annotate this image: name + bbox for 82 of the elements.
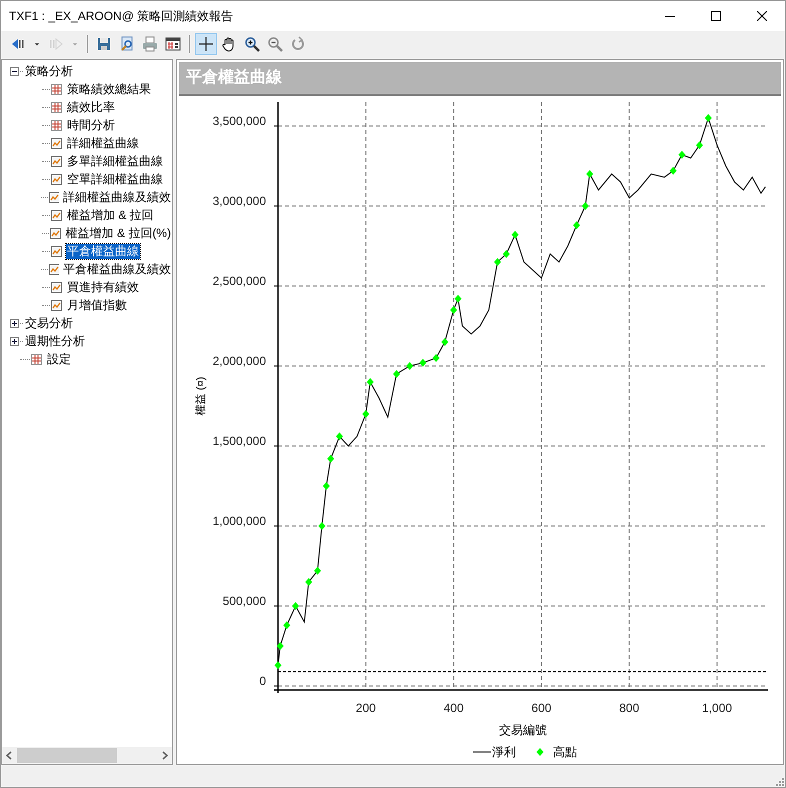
tree-item[interactable]: 策略分析 bbox=[24, 64, 74, 78]
tree-item[interactable]: 週期性分析 bbox=[24, 334, 86, 348]
x-tick-label: 400 bbox=[444, 701, 464, 715]
line-chart-icon bbox=[51, 282, 62, 292]
high-point-marker bbox=[432, 354, 440, 362]
high-point-marker bbox=[441, 338, 448, 346]
high-point-marker bbox=[582, 202, 589, 210]
line-chart-icon bbox=[51, 210, 62, 220]
high-point-marker bbox=[318, 522, 326, 530]
y-tick-label: 3,000,000 bbox=[212, 194, 266, 208]
y-tick-label: 0 bbox=[259, 674, 266, 688]
collapse-icon[interactable] bbox=[10, 66, 19, 76]
high-point-marker bbox=[314, 566, 322, 575]
tree-item[interactable]: 權益增加 & 拉回(%) bbox=[64, 226, 172, 240]
high-point-marker bbox=[366, 378, 374, 386]
legend-label: 淨利 bbox=[492, 745, 516, 759]
y-tick-label: 1,500,000 bbox=[212, 434, 266, 448]
x-tick-label: 600 bbox=[531, 701, 552, 715]
line-chart-icon bbox=[48, 192, 58, 202]
tree-item[interactable]: 績效比率 bbox=[66, 100, 116, 114]
high-point-marker bbox=[362, 410, 370, 418]
high-point-marker bbox=[276, 642, 284, 650]
high-point-marker bbox=[274, 661, 282, 670]
high-point-marker bbox=[336, 432, 343, 440]
tree-item[interactable]: 時間分析 bbox=[66, 118, 116, 132]
tree-item[interactable]: 買進持有績效 bbox=[66, 280, 140, 294]
high-point-marker bbox=[393, 370, 400, 378]
high-point-marker bbox=[327, 454, 334, 463]
resize-grip-icon[interactable] bbox=[775, 777, 785, 787]
tree-item[interactable]: 詳細權益曲線 bbox=[66, 136, 140, 150]
line-chart-icon bbox=[51, 156, 62, 166]
high-point-marker bbox=[450, 306, 458, 314]
tree-item[interactable]: 多單詳細權益曲線 bbox=[66, 154, 164, 168]
tree-item[interactable]: 策略績效總結果 bbox=[66, 82, 152, 96]
legend-diamond-swatch bbox=[536, 748, 544, 756]
high-point-marker bbox=[283, 621, 290, 630]
tree-item[interactable]: 詳細權益曲線及績效 bbox=[62, 190, 172, 204]
high-point-marker bbox=[454, 294, 462, 303]
horizontal-scrollbar[interactable] bbox=[2, 747, 172, 764]
line-chart-icon bbox=[48, 264, 58, 274]
tree-item[interactable]: 交易分析 bbox=[24, 316, 74, 330]
high-point-marker bbox=[696, 141, 703, 150]
window-title: TXF1 : _EX_AROON@ 策略回測績效報告 bbox=[8, 8, 234, 25]
high-point-marker bbox=[512, 230, 519, 239]
high-point-marker bbox=[704, 114, 712, 122]
tree-item[interactable]: 空單詳細權益曲線 bbox=[66, 172, 164, 186]
high-point-marker bbox=[573, 221, 580, 230]
x-axis-title: 交易編號 bbox=[499, 723, 547, 737]
high-point-marker bbox=[305, 578, 312, 586]
line-chart-icon bbox=[51, 246, 62, 256]
tree-item[interactable]: 平倉權益曲線 bbox=[66, 244, 140, 258]
y-tick-label: 2,500,000 bbox=[212, 274, 266, 288]
y-tick-label: 1,000,000 bbox=[212, 514, 266, 528]
line-chart-icon bbox=[51, 300, 62, 310]
high-point-marker bbox=[670, 166, 677, 175]
line-chart-icon bbox=[50, 228, 61, 238]
tree-item[interactable]: 平倉權益曲線及績效 bbox=[62, 262, 172, 276]
line-chart-icon bbox=[51, 174, 62, 184]
tree-item[interactable]: 月增值指數 bbox=[66, 298, 128, 312]
high-point-marker bbox=[678, 150, 686, 159]
legend-label: 高點 bbox=[553, 745, 577, 759]
crosshair-icon[interactable] bbox=[195, 33, 217, 55]
y-tick-label: 500,000 bbox=[222, 594, 266, 608]
tree-item[interactable]: 設定 bbox=[46, 352, 72, 366]
high-point-marker bbox=[406, 362, 414, 370]
close-icon[interactable] bbox=[757, 11, 767, 21]
tree-item[interactable]: 權益增加 & 拉回 bbox=[66, 208, 155, 222]
expand-icon[interactable] bbox=[10, 336, 19, 346]
panel-title: 平倉權益曲線 bbox=[186, 68, 282, 88]
high-point-marker bbox=[292, 602, 300, 610]
high-point-marker bbox=[586, 170, 594, 178]
x-tick-label: 800 bbox=[619, 701, 640, 715]
x-tick-label: 200 bbox=[356, 701, 376, 715]
high-point-marker bbox=[322, 482, 330, 490]
x-tick-label: 1,000 bbox=[702, 701, 732, 715]
y-axis-title: 權益 (¤) bbox=[195, 376, 207, 416]
high-point-marker bbox=[419, 358, 426, 367]
line-chart-icon bbox=[51, 138, 62, 148]
y-tick-label: 2,000,000 bbox=[212, 354, 266, 368]
y-tick-label: 3,500,000 bbox=[212, 114, 266, 128]
expand-icon[interactable] bbox=[10, 318, 19, 328]
maximize-icon[interactable] bbox=[711, 11, 721, 21]
